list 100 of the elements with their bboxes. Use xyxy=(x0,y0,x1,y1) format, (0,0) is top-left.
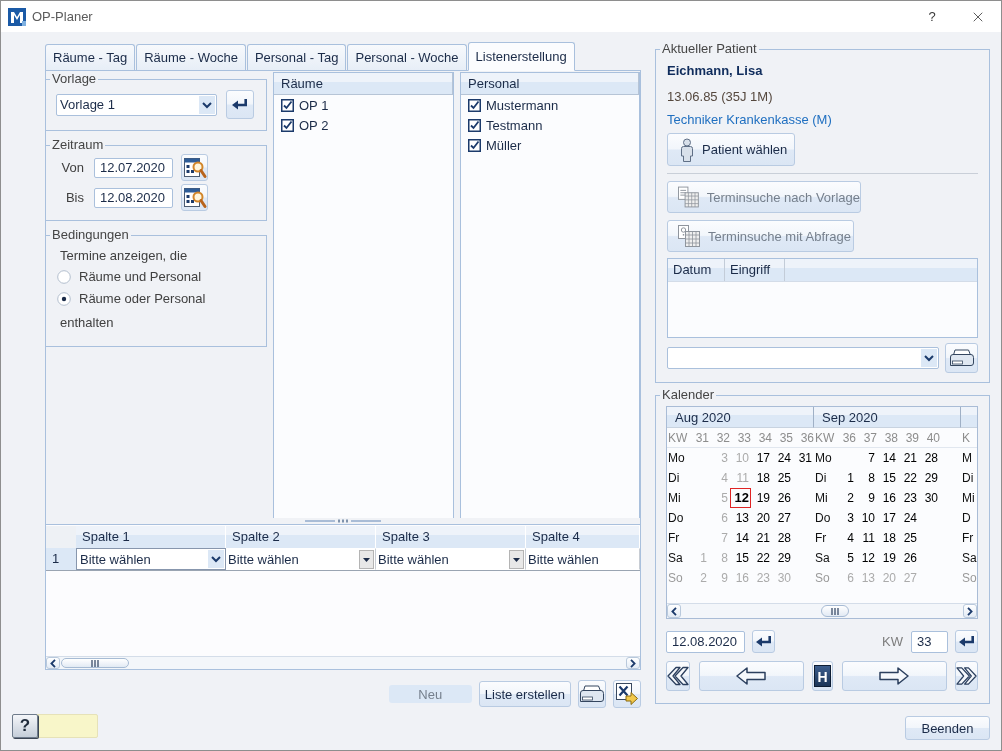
calendar-day[interactable]: 29 xyxy=(772,548,793,568)
month-header[interactable]: Sep 2020 xyxy=(814,407,961,428)
dropdown-cell[interactable]: Bitte wählen xyxy=(526,548,640,570)
apply-button[interactable] xyxy=(752,630,775,653)
calendar-day[interactable]: 12 xyxy=(856,548,877,568)
checkbox[interactable] xyxy=(281,98,294,112)
calendar-day[interactable]: 9 xyxy=(856,488,877,508)
next-month-button[interactable] xyxy=(955,661,978,691)
calendar-day[interactable]: 21 xyxy=(898,448,919,468)
radio-button[interactable] xyxy=(57,270,71,284)
calendar-day[interactable]: 13 xyxy=(730,508,751,528)
calendar-day[interactable]: 10 xyxy=(856,508,877,528)
calendar-day[interactable]: 8 xyxy=(856,468,877,488)
calendar-day[interactable]: 7 xyxy=(856,448,877,468)
horizontal-scrollbar[interactable] xyxy=(667,603,977,618)
next-week-button[interactable] xyxy=(841,661,947,691)
list-item-label[interactable]: Testmann xyxy=(486,117,543,133)
apply-button[interactable] xyxy=(955,630,978,653)
help-button[interactable]: ? xyxy=(12,714,98,738)
radio-button[interactable] xyxy=(57,292,71,306)
option-label[interactable]: Räume und Personal xyxy=(79,268,202,286)
dropdown-cell[interactable]: Bitte wählen xyxy=(76,548,226,570)
help-button[interactable]: ? xyxy=(909,1,955,32)
calendar-day[interactable]: 17 xyxy=(877,508,898,528)
calendar-day[interactable]: 21 xyxy=(751,528,772,548)
calendar-day[interactable]: 17 xyxy=(751,448,772,468)
calendar-day[interactable]: 11 xyxy=(856,528,877,548)
calendar-day[interactable]: 26 xyxy=(772,488,793,508)
previous-month-button[interactable] xyxy=(666,661,690,691)
date-field[interactable]: 12.07.2020 xyxy=(94,157,173,178)
calendar-day[interactable]: 25 xyxy=(898,528,919,548)
calendar-day[interactable]: 24 xyxy=(772,448,793,468)
calendar-day[interactable]: 19 xyxy=(877,548,898,568)
export-button[interactable] xyxy=(613,680,641,708)
month-header[interactable]: Aug 2020 xyxy=(667,407,814,428)
checkbox[interactable] xyxy=(468,118,481,132)
calendar-day[interactable]: 18 xyxy=(877,528,898,548)
calendar-day[interactable]: 5 xyxy=(835,548,856,568)
print-button[interactable] xyxy=(578,680,606,708)
calendar-day[interactable]: 29 xyxy=(919,468,940,488)
tab[interactable]: Listenerstellung xyxy=(467,42,575,71)
calendar-day[interactable]: 15 xyxy=(730,548,751,568)
quit-button[interactable]: Beenden xyxy=(905,716,990,740)
today-button[interactable]: H xyxy=(812,661,833,691)
calendar-day[interactable]: 30 xyxy=(919,488,940,508)
tab[interactable]: Personal - Tag xyxy=(246,44,347,70)
option-label[interactable]: Räume oder Personal xyxy=(79,290,206,308)
list-item-label[interactable]: Müller xyxy=(486,137,522,153)
week-field[interactable]: 33 xyxy=(911,630,948,653)
dropdown-field[interactable] xyxy=(667,347,939,369)
list-item-label[interactable]: Mustermann xyxy=(486,97,559,113)
previous-week-button[interactable] xyxy=(698,661,804,691)
apply-button[interactable] xyxy=(226,90,254,119)
print-button[interactable] xyxy=(945,343,978,373)
tab[interactable]: Räume - Tag xyxy=(45,44,136,70)
calendar-day[interactable]: 3 xyxy=(835,508,856,528)
calendar-day[interactable]: 16 xyxy=(877,488,898,508)
checkbox[interactable] xyxy=(281,118,294,132)
calendar-day[interactable]: 27 xyxy=(772,508,793,528)
scroll-thumb[interactable] xyxy=(61,658,129,668)
list-item-label[interactable]: OP 1 xyxy=(299,97,329,113)
calendar-day[interactable]: 22 xyxy=(898,468,919,488)
calendar-day[interactable]: 22 xyxy=(751,548,772,568)
select-patient-button[interactable]: Patient wählen xyxy=(667,133,795,166)
scroll-right-button[interactable] xyxy=(963,604,977,618)
calendar-day[interactable]: 20 xyxy=(751,508,772,528)
create-list-button[interactable]: Liste erstellen xyxy=(478,681,571,707)
scroll-thumb[interactable] xyxy=(821,605,849,617)
date-field[interactable]: 12.08.2020 xyxy=(94,187,173,208)
calendar-day[interactable]: 18 xyxy=(751,468,772,488)
calendar-day[interactable]: 1 xyxy=(835,468,856,488)
scroll-left-button[interactable] xyxy=(667,604,681,618)
scroll-right-button[interactable] xyxy=(626,657,640,669)
calendar-day[interactable]: 24 xyxy=(898,508,919,528)
calendar-day[interactable]: 15 xyxy=(877,468,898,488)
calendar-day[interactable]: 25 xyxy=(772,468,793,488)
tab[interactable]: Personal - Woche xyxy=(347,44,467,70)
dropdown-cell[interactable]: Bitte wählen xyxy=(376,548,526,570)
calendar-day[interactable]: 28 xyxy=(772,528,793,548)
tab[interactable]: Räume - Woche xyxy=(136,44,246,70)
calendar-day[interactable]: 2 xyxy=(835,488,856,508)
calendar-day[interactable]: 31 xyxy=(793,448,814,468)
calendar-search-button[interactable] xyxy=(181,154,208,181)
dropdown-cell[interactable]: Bitte wählen xyxy=(226,548,376,570)
calendar-day[interactable]: 26 xyxy=(898,548,919,568)
calendar-day[interactable]: 14 xyxy=(730,528,751,548)
checkbox[interactable] xyxy=(468,138,481,152)
calendar-day[interactable]: 14 xyxy=(877,448,898,468)
list-item-label[interactable]: OP 2 xyxy=(299,117,329,133)
calendar-day[interactable]: 19 xyxy=(751,488,772,508)
template-select[interactable]: Vorlage 1 xyxy=(56,93,217,116)
scroll-left-button[interactable] xyxy=(46,657,60,669)
calendar-search-button[interactable] xyxy=(181,184,208,211)
date-field[interactable]: 12.08.2020 xyxy=(666,630,745,653)
calendar-day[interactable]: 23 xyxy=(898,488,919,508)
checkbox[interactable] xyxy=(468,98,481,112)
calendar-day[interactable]: 4 xyxy=(835,528,856,548)
calendar-day[interactable]: 12 xyxy=(730,488,751,508)
horizontal-scrollbar[interactable] xyxy=(46,656,640,669)
calendar-day[interactable]: 28 xyxy=(919,448,940,468)
